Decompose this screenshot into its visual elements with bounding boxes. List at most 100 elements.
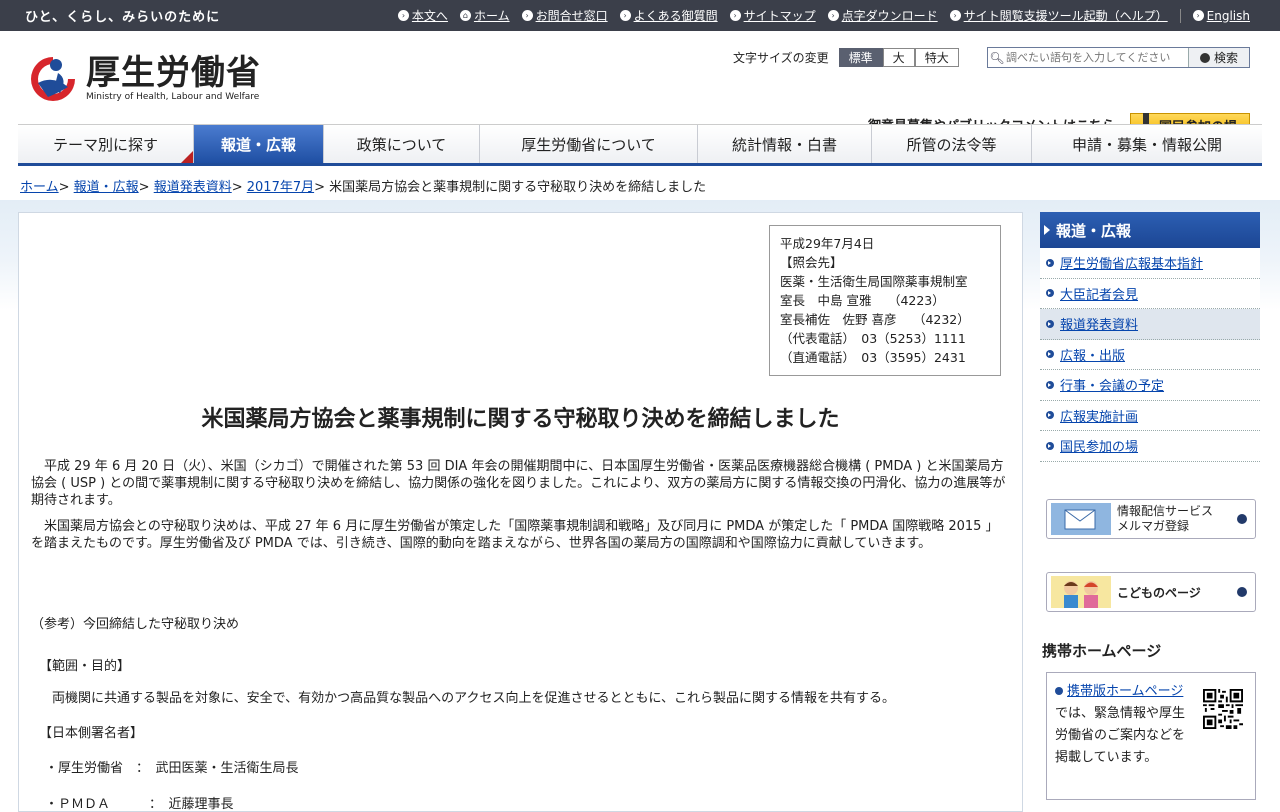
breadcrumb-month[interactable]: 2017年7月 — [247, 180, 314, 195]
sidebar-item-publications[interactable]: 広報・出版 — [1040, 339, 1260, 370]
divider — [1179, 8, 1181, 23]
font-size-xlarge-button[interactable]: 特大 — [914, 48, 959, 67]
search-button[interactable]: 検索 — [1188, 48, 1249, 67]
nav-applications[interactable]: 申請・募集・情報公開 — [1032, 125, 1262, 163]
sidebar-item-participation[interactable]: 国民参加の場 — [1040, 431, 1260, 462]
search-icon: 🔍︎ — [989, 50, 1005, 65]
dropdown-corner-icon — [181, 151, 193, 163]
sidebar-item-pr-policy[interactable]: 厚生労働省広報基本指針 — [1040, 248, 1260, 279]
breadcrumb-press[interactable]: 報道・広報 — [74, 180, 139, 195]
article-paragraph: 平成 29 年 6 月 20 日（火）、米国（シカゴ）で開催された第 53 回 … — [31, 459, 1006, 508]
reference-heading: （参考）今回締結した守秘取り決め — [31, 617, 240, 632]
scope-text: 両機関に共通する製品を対象に、安全で、有効かつ高品質な製品へのアクセス向上を促進… — [39, 691, 896, 706]
article: 平成29年7月4日 【照会先】 医薬・生活衛生局国際薬事規制室 室長 中島 宣雅… — [18, 212, 1023, 812]
qr-code-icon — [1203, 689, 1243, 729]
scope-heading: 【範囲・目的】 — [39, 659, 131, 674]
signer-item: ・ＰＭＤＡ ： 近藤理事長 — [45, 797, 234, 812]
bullet-arrow-icon — [1046, 441, 1054, 450]
sidebar-item-label: 広報・出版 — [1060, 348, 1126, 364]
contact-link[interactable]: › お問合せ窓口 — [521, 7, 608, 24]
chevron-right-icon: › — [827, 10, 839, 21]
english-link[interactable]: › English — [1192, 8, 1250, 23]
site-logo[interactable]: 厚生労働省 Ministry of Health, Labour and Wel… — [28, 53, 261, 105]
sitemap-link[interactable]: › サイトマップ — [729, 7, 816, 24]
nav-label: 所管の法令等 — [906, 135, 997, 154]
home-link[interactable]: ⌂ ホーム — [459, 7, 510, 24]
nav-themes[interactable]: テーマ別に探す — [18, 125, 194, 163]
nav-laws[interactable]: 所管の法令等 — [872, 125, 1032, 163]
chevron-right-icon: › — [397, 10, 409, 21]
nav-label: 報道・広報 — [220, 135, 296, 154]
nav-press[interactable]: 報道・広報 — [194, 125, 324, 163]
sidebar-item-label: 国民参加の場 — [1060, 440, 1139, 456]
nav-label: テーマ別に探す — [52, 135, 158, 154]
envelope-icon — [1051, 503, 1111, 535]
sidebar-item-label: 報道発表資料 — [1060, 318, 1139, 334]
utility-links: › 本文へ ⌂ ホーム › お問合せ窓口 › よくある御質問 › サイトマップ › 点字ダウ… — [397, 7, 1250, 24]
breadcrumb-current: 米国薬局方協会と薬事規制に関する守秘取り決めを締結しました — [329, 180, 707, 195]
search-input[interactable] — [1006, 48, 1188, 67]
kids-page-banner[interactable]: こどものページ — [1046, 572, 1256, 612]
link-label: ホーム — [473, 9, 510, 23]
ministry-logo-icon — [31, 57, 75, 101]
nav-policies[interactable]: 政策について — [324, 125, 480, 163]
signers-heading: 【日本側署名者】 — [39, 726, 144, 741]
braille-download-link[interactable]: › 点字ダウンロード — [827, 7, 938, 24]
sidebar-heading: 報道・広報 — [1040, 212, 1260, 248]
mail-magazine-banner[interactable]: 情報配信サービス メルマガ登録 — [1046, 499, 1256, 539]
chevron-right-icon: › — [521, 10, 533, 21]
sidebar-heading-label: 報道・広報 — [1056, 221, 1132, 240]
accessibility-tool-link[interactable]: › サイト閲覧支援ツール起動（ヘルプ） — [949, 7, 1168, 24]
skip-to-content-link[interactable]: › 本文へ — [397, 7, 448, 24]
article-paragraph: 米国薬局方協会との守秘取り決めは、平成 27 年 6 月に厚生労働省が策定した「… — [31, 519, 999, 551]
mobile-site-link[interactable]: 携帯版ホームページ — [1067, 684, 1183, 699]
link-label: 本文へ — [411, 9, 448, 23]
link-label: サイト閲覧支援ツール起動（ヘルプ） — [963, 9, 1168, 23]
chevron-right-icon — [1237, 587, 1247, 597]
bullet-arrow-icon — [1046, 289, 1054, 298]
contact-box: 平成29年7月4日 【照会先】 医薬・生活衛生局国際薬事規制室 室長 中島 宣雅… — [769, 225, 1001, 376]
chevron-right-icon: › — [729, 10, 741, 21]
font-size-standard-button[interactable]: 標準 — [838, 48, 883, 67]
breadcrumb-home[interactable]: ホーム — [20, 180, 59, 195]
sidebar-item-label: 行事・会議の予定 — [1060, 379, 1165, 395]
triangle-right-icon — [1044, 225, 1050, 235]
logo-subtitle: Ministry of Health, Labour and Welfare — [86, 92, 260, 102]
breadcrumb: ホーム> 報道・広報> 報道発表資料> 2017年7月> 米国薬局方協会と薬事規… — [20, 180, 707, 195]
bullet-arrow-icon — [1055, 687, 1063, 695]
search-box: 🔍︎ 検索 — [987, 47, 1250, 68]
sidebar-item-label: 大臣記者会見 — [1060, 287, 1139, 303]
nav-label: 政策について — [356, 135, 447, 154]
main-navigation: テーマ別に探す 報道・広報 政策について 厚生労働省について 統計情報・白書 所… — [18, 124, 1262, 166]
chevron-right-icon — [1237, 514, 1247, 524]
link-label: English — [1206, 8, 1250, 23]
bullet-arrow-icon — [1046, 380, 1054, 389]
nav-label: 厚生労働省について — [521, 135, 656, 154]
page-title: 米国薬局方協会と薬事規制に関する守秘取り決めを締結しました — [201, 407, 840, 432]
banner-label: 情報配信サービス メルマガ登録 — [1117, 504, 1214, 533]
nav-statistics[interactable]: 統計情報・白書 — [698, 125, 872, 163]
sidebar-item-press-conference[interactable]: 大臣記者会見 — [1040, 278, 1260, 309]
nav-label: 申請・募集・情報公開 — [1071, 135, 1222, 154]
sidebar: 報道・広報 厚生労働省広報基本指針 大臣記者会見 報道発表資料 広報・出版 行事… — [1040, 212, 1260, 800]
nav-about[interactable]: 厚生労働省について — [480, 125, 698, 163]
sidebar-item-label: 広報実施計画 — [1060, 409, 1139, 425]
search-button-label: 検索 — [1213, 51, 1238, 65]
link-label: 点字ダウンロード — [841, 9, 938, 23]
sidebar-item-pr-plan[interactable]: 広報実施計画 — [1040, 400, 1260, 431]
font-size-large-button[interactable]: 大 — [882, 48, 915, 67]
font-size-switcher: 文字サイズの変更 標準 大 特大 — [733, 48, 959, 67]
faq-link[interactable]: › よくある御質問 — [619, 7, 718, 24]
breadcrumb-releases[interactable]: 報道発表資料 — [154, 180, 232, 195]
banner-label: こどものページ — [1117, 585, 1201, 600]
bullet-arrow-icon — [1046, 258, 1054, 267]
sidebar-item-press-releases[interactable]: 報道発表資料 — [1040, 309, 1260, 340]
chevron-right-icon — [1199, 52, 1210, 63]
link-label: お問合せ窓口 — [535, 9, 608, 23]
chevron-right-icon: › — [619, 10, 631, 21]
chevron-right-icon: › — [949, 10, 961, 21]
sidebar-item-events[interactable]: 行事・会議の予定 — [1040, 370, 1260, 401]
bullet-arrow-icon — [1046, 319, 1054, 328]
bullet-arrow-icon — [1046, 411, 1054, 420]
nav-label: 統計情報・白書 — [731, 135, 837, 154]
